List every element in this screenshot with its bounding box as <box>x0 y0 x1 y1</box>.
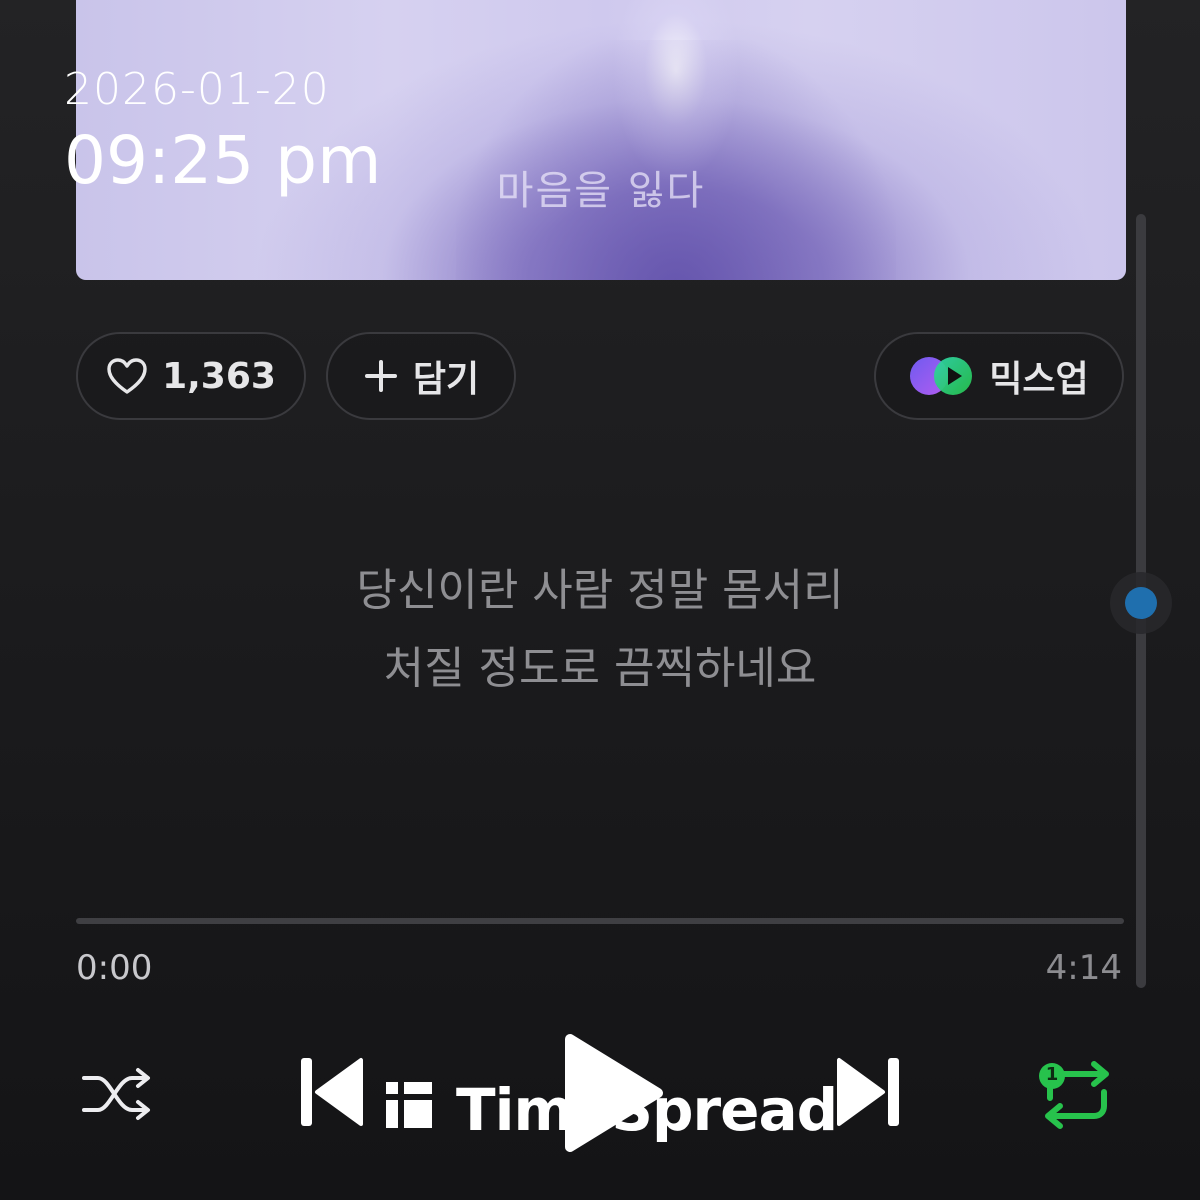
like-count: 1,363 <box>162 355 276 397</box>
overlay-time: 09:25 pm <box>64 122 382 199</box>
lyrics-line: 당신이란 사람 정말 몸서리 <box>356 565 844 616</box>
player-screen: 마음을 잃다 2026-01-20 09:25 pm 1,363 담기 믹스업 … <box>0 0 1200 1200</box>
lyrics-line: 처질 정도로 끔찍하네요 <box>383 643 817 694</box>
mixup-logo-icon <box>909 354 975 398</box>
previous-track-button[interactable] <box>296 1054 368 1134</box>
next-track-button[interactable] <box>832 1054 904 1134</box>
mixup-label: 믹스업 <box>989 359 1089 400</box>
mixup-button[interactable]: 믹스업 <box>874 332 1124 420</box>
like-button[interactable]: 1,363 <box>76 332 306 420</box>
total-duration: 4:14 <box>1045 948 1122 988</box>
overlay-date: 2026-01-20 <box>64 64 330 115</box>
repeat-one-button[interactable]: 1 <box>1036 1058 1118 1132</box>
lyrics-panel[interactable]: 당신이란 사람 정말 몸서리 처질 정도로 끔찍하네요 <box>0 552 1200 708</box>
progress-bar[interactable] <box>76 918 1124 924</box>
skip-next-icon <box>833 1054 903 1134</box>
repeat-badge: 1 <box>1045 1064 1059 1085</box>
play-button[interactable] <box>558 1030 668 1160</box>
elapsed-time: 0:00 <box>76 948 153 988</box>
shuffle-icon <box>80 1064 154 1128</box>
scrollbar-handle-dot <box>1125 587 1157 619</box>
watermark-logo-icon <box>384 1076 434 1144</box>
shuffle-button[interactable] <box>80 1062 154 1130</box>
scrollbar-handle[interactable] <box>1110 572 1172 634</box>
add-to-playlist-button[interactable]: 담기 <box>326 332 516 420</box>
skip-previous-icon <box>297 1054 367 1134</box>
heart-icon <box>106 357 148 395</box>
play-icon <box>560 1031 666 1159</box>
repeat-one-icon: 1 <box>1036 1058 1118 1132</box>
add-label: 담기 <box>412 359 480 400</box>
plus-icon <box>363 358 399 394</box>
